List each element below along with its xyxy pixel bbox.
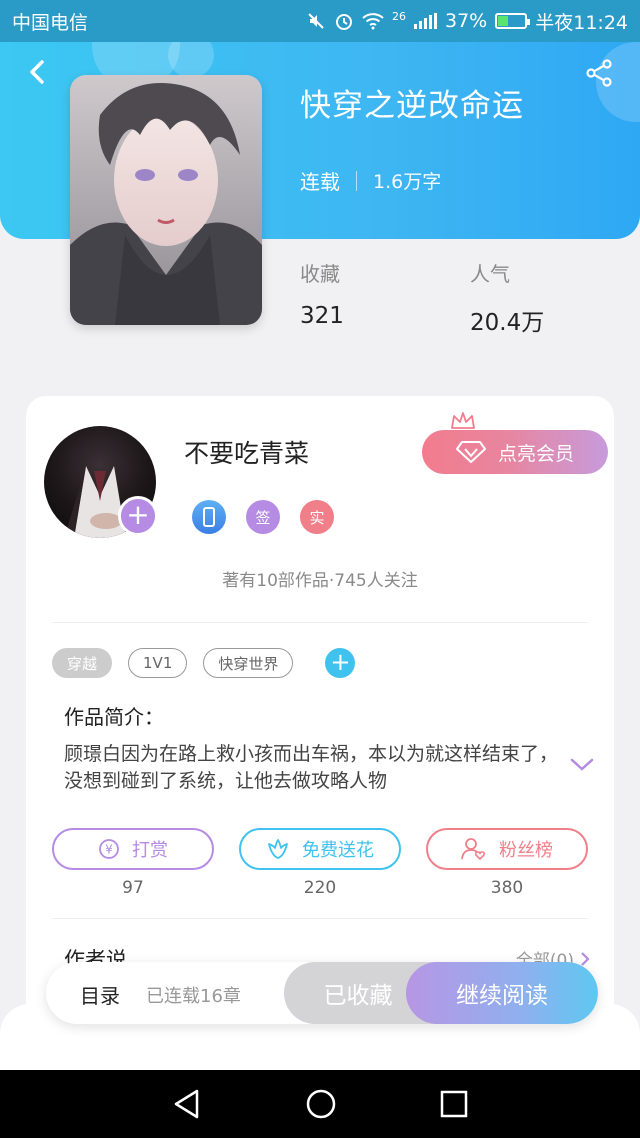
coin-icon: ¥	[99, 839, 119, 859]
divider	[356, 170, 357, 191]
diamond-icon	[455, 441, 486, 463]
book-title: 快穿之逆改命运	[300, 88, 524, 124]
battery-icon	[495, 13, 531, 29]
author-badges: 签 实	[192, 500, 334, 534]
send-flower-button[interactable]: 免费送花	[239, 828, 401, 870]
stat-label: 收藏	[300, 262, 340, 286]
intro-title: 作品简介：	[64, 705, 164, 729]
stat-label: 人气	[470, 262, 510, 286]
clock: 半夜11:24	[535, 11, 628, 34]
fan-icon	[461, 838, 486, 861]
action-count: 380	[490, 878, 524, 898]
tag[interactable]: 快穿世界	[203, 648, 294, 678]
nav-home-icon[interactable]	[305, 1088, 337, 1120]
stat-value: 321	[300, 303, 344, 329]
serial-status: 连载	[300, 170, 340, 194]
read-bar: 目录 已连载16章 已收藏 继续阅读	[46, 962, 598, 1024]
author-name: 不要吃青菜	[184, 439, 310, 468]
back-icon[interactable]	[24, 58, 52, 86]
signal-icon	[414, 13, 437, 29]
network-label: 26	[392, 9, 406, 23]
stat-popularity: 人气 20.4万	[470, 258, 544, 337]
share-icon[interactable]	[584, 58, 614, 88]
chevron-down-icon[interactable]	[570, 758, 594, 772]
divider	[52, 918, 588, 919]
tag-list: 穿越 1V1 快穿世界 +	[52, 648, 356, 678]
chevron-right-icon	[581, 951, 590, 966]
status-bar: 中国电信 26 37% 半夜11:24	[0, 0, 640, 42]
word-count: 1.6万字	[373, 171, 442, 193]
works-info-text: 著有10部作品·745人关注	[222, 571, 418, 591]
mute-icon	[308, 13, 324, 29]
fan-ranking-button[interactable]: 粉丝榜	[426, 828, 588, 870]
nav-back-icon[interactable]	[172, 1088, 202, 1120]
toc-button[interactable]: 目录	[80, 980, 120, 1009]
chapter-count: 已连载16章	[146, 986, 241, 1007]
book-cover[interactable]	[70, 75, 262, 325]
carrier-label: 中国电信	[12, 11, 89, 34]
svg-text:¥: ¥	[105, 843, 113, 857]
nav-recents-icon[interactable]	[440, 1090, 468, 1118]
continue-reading-button[interactable]: 继续阅读	[406, 962, 598, 1024]
tag[interactable]: 1V1	[128, 648, 188, 678]
action-label: 打赏	[132, 840, 168, 861]
wifi-icon	[362, 13, 384, 30]
saved-label: 已收藏	[323, 983, 393, 1009]
sign-badge: 签	[246, 500, 280, 534]
action-label: 粉丝榜	[499, 840, 553, 861]
crown-icon	[451, 412, 475, 432]
system-nav-bar	[0, 1070, 640, 1138]
works-info: 著有10部作品·745人关注	[26, 566, 614, 591]
stat-value: 20.4万	[470, 310, 545, 336]
vip-label: 点亮会员	[497, 442, 574, 465]
book-meta: 连载 1.6万字	[300, 166, 441, 195]
reward-button[interactable]: ¥ 打赏	[52, 828, 214, 870]
battery-percent: 37%	[445, 10, 488, 32]
divider	[52, 622, 588, 623]
vip-button[interactable]: 点亮会员	[422, 430, 608, 474]
flower-icon	[268, 839, 288, 859]
phone-icon	[192, 500, 226, 534]
real-badge: 实	[300, 500, 334, 534]
add-tag-button[interactable]: +	[325, 648, 356, 678]
action-count: 97	[122, 878, 144, 898]
stat-favorites: 收藏 321	[300, 258, 344, 329]
alarm-icon	[336, 14, 352, 30]
intro-text: 顾璟白因为在路上救小孩而出车祸，本以为就这样结束了，没想到碰到了系统，让他去做攻…	[64, 743, 559, 792]
action-count: 220	[303, 878, 337, 898]
tag[interactable]: 穿越	[52, 648, 113, 678]
continue-label: 继续阅读	[456, 983, 548, 1009]
action-label: 免费送花	[302, 840, 374, 861]
follow-author-button[interactable]: +	[118, 496, 158, 536]
